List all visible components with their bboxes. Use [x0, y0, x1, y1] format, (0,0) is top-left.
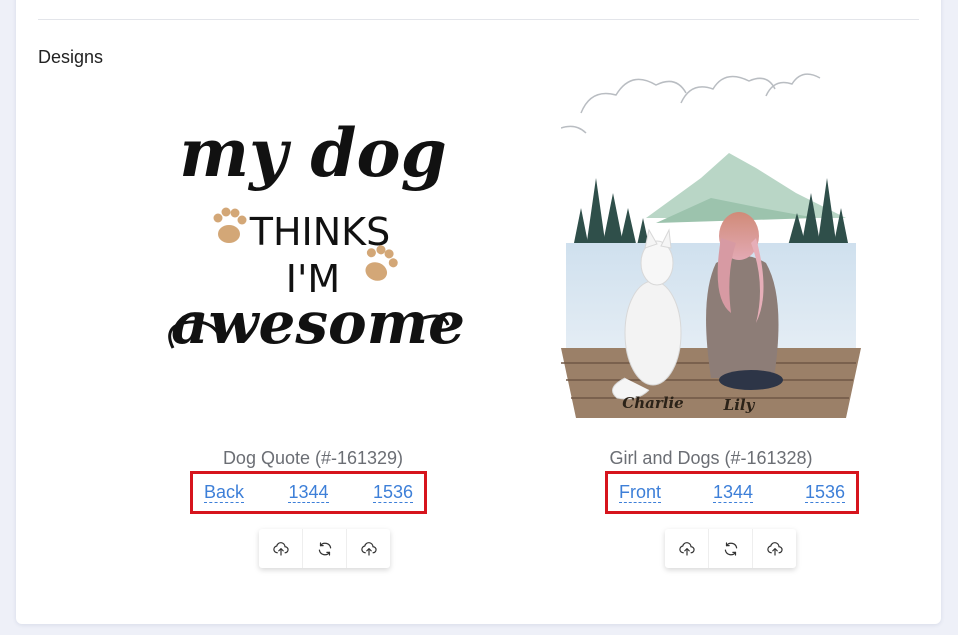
refresh-button[interactable] — [303, 529, 347, 568]
cloud-upload-icon — [272, 541, 289, 556]
designs-card: Designs my dog THINKS I'M awesome Dog Qu… — [16, 0, 941, 624]
cloud-upload-icon — [766, 541, 783, 556]
paw-icon — [213, 207, 247, 243]
quote-line-1: my dog — [179, 114, 446, 192]
design-meta: Back 1344 1536 — [190, 471, 427, 514]
refresh-icon — [318, 541, 331, 556]
cloud-upload-icon — [360, 541, 377, 556]
refresh-icon — [724, 541, 737, 556]
section-title: Designs — [38, 47, 104, 67]
print-side-link[interactable]: Back — [204, 482, 245, 503]
upload-button[interactable] — [259, 529, 303, 568]
upload-button[interactable] — [665, 529, 709, 568]
quote-line-4: awesome — [171, 289, 463, 357]
design-meta: Front 1344 1536 — [605, 471, 859, 514]
design-name: Dog Quote (#-161329) — [222, 448, 404, 468]
height-link[interactable]: 1536 — [804, 482, 845, 503]
width-link[interactable]: 1344 — [288, 482, 329, 503]
design-item: Charlie Lily Girl and Dogs (#-161328) Fr… — [521, 0, 901, 624]
design-actions — [259, 529, 390, 568]
refresh-button[interactable] — [709, 529, 753, 568]
print-side-link[interactable]: Front — [619, 482, 662, 503]
upload-alt-button[interactable] — [347, 529, 390, 568]
quote-line-2: THINKS — [249, 210, 390, 254]
cloud-upload-icon — [678, 541, 695, 556]
person-name-label: Lily — [723, 396, 756, 414]
cloud-doodle — [561, 73, 821, 134]
design-thumbnail[interactable]: Charlie Lily — [561, 58, 861, 430]
pet-name-label: Charlie — [622, 394, 683, 412]
width-link[interactable]: 1344 — [712, 482, 753, 503]
design-actions — [665, 529, 796, 568]
design-thumbnail[interactable]: my dog THINKS I'M awesome — [163, 58, 463, 430]
design-item: my dog THINKS I'M awesome Dog Quote (#-1… — [123, 0, 503, 624]
upload-alt-button[interactable] — [753, 529, 796, 568]
height-link[interactable]: 1536 — [372, 482, 413, 503]
girl-figure — [706, 212, 783, 390]
design-name: Girl and Dogs (#-161328) — [609, 448, 813, 468]
